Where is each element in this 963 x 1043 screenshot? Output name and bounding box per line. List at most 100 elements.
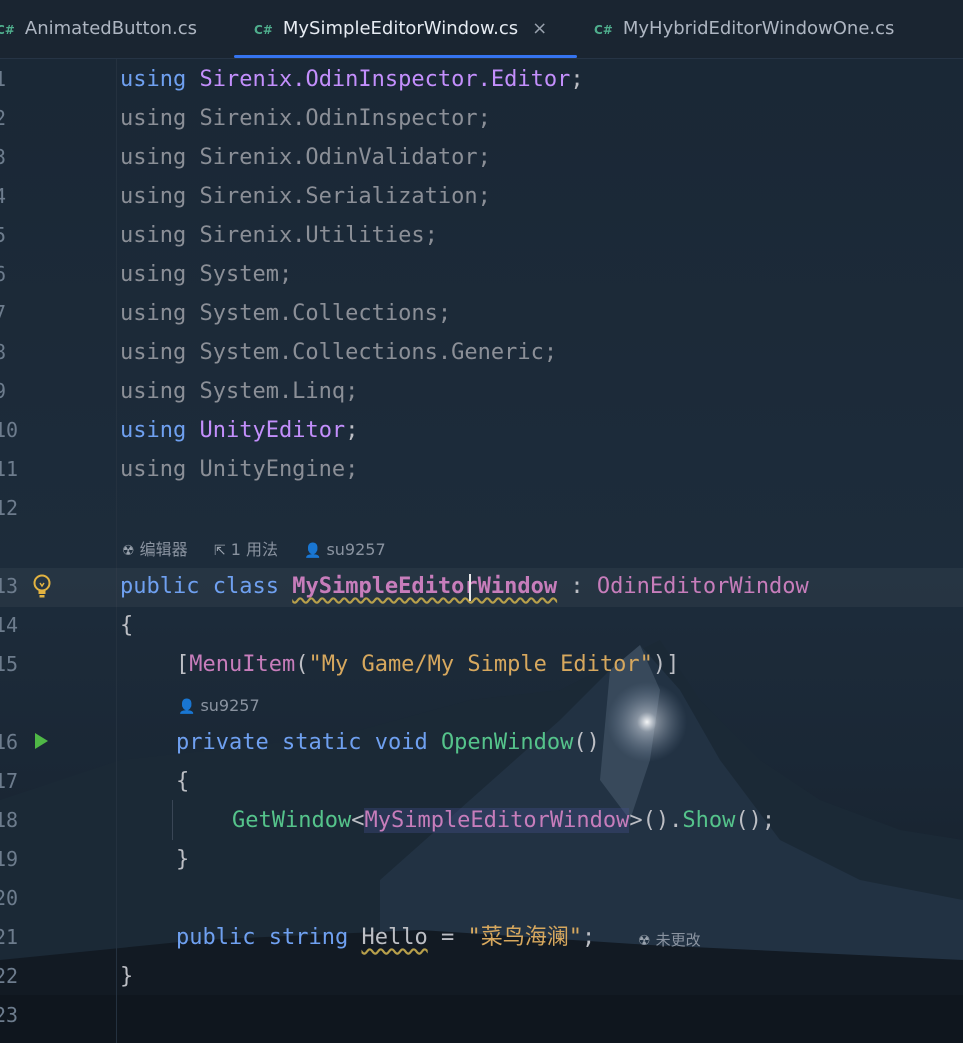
keyword: static — [281, 730, 362, 755]
keyword: string — [268, 925, 349, 950]
code-line-2[interactable]: using Sirenix.OdinInspector; — [120, 99, 491, 138]
active-tab-indicator — [234, 55, 577, 58]
hint-label: su9257 — [326, 540, 386, 559]
gutter-separator — [116, 59, 117, 1043]
close-icon[interactable]: × — [532, 18, 547, 39]
method-name: OpenWindow — [440, 730, 574, 755]
class-name: MySimpleEditorWindow — [292, 574, 558, 599]
code-line-11[interactable]: using UnityEngine; — [120, 450, 358, 489]
punctuation: < — [351, 808, 365, 833]
line-number: 6 — [0, 262, 7, 286]
punctuation: > — [629, 808, 643, 833]
code-line-6[interactable]: using System; — [120, 255, 292, 294]
hint-label: 未更改 — [655, 931, 701, 949]
punctuation: ( — [295, 652, 309, 677]
class-references-hint[interactable]: ⇱ 1 用法 — [214, 538, 278, 563]
code-line-19[interactable]: } — [176, 840, 189, 879]
keyword: void — [374, 730, 428, 755]
punctuation: () — [573, 730, 600, 755]
punctuation: )] — [652, 652, 680, 677]
code-line-18[interactable]: GetWindow<MySimpleEditorWindow>().Show()… — [232, 801, 775, 840]
punctuation: : — [570, 574, 584, 599]
brace-guide — [172, 800, 173, 840]
code-line-5[interactable]: using Sirenix.Utilities; — [120, 216, 438, 255]
code-line-14[interactable]: { — [120, 606, 133, 645]
line-number: 11 — [0, 457, 19, 481]
line-number: 4 — [0, 184, 7, 208]
line-number: 20 — [0, 886, 19, 910]
line-number: 14 — [0, 613, 19, 637]
user-icon: 👤 — [178, 699, 196, 715]
line-number: 16 — [0, 730, 19, 754]
code-line-16[interactable]: private static void OpenWindow() — [176, 723, 600, 762]
tab-label: MySimpleEditorWindow.cs — [282, 18, 519, 39]
punctuation: ; — [581, 925, 596, 950]
line-number: 8 — [0, 340, 7, 364]
string-literal: "菜鸟海澜" — [467, 925, 582, 950]
usages-icon: ⇱ — [214, 543, 226, 559]
csharp-file-icon: C# — [594, 23, 613, 37]
code-line-7[interactable]: using System.Collections; — [120, 294, 451, 333]
field-serialization-hint[interactable]: ☢ 未更改 — [638, 928, 701, 953]
line-number: 22 — [0, 964, 19, 988]
line-number: 23 — [0, 1003, 19, 1027]
run-icon[interactable] — [35, 733, 48, 749]
line-number: 7 — [0, 301, 7, 325]
code-line-15[interactable]: [MenuItem("My Game/My Simple Editor")] — [176, 645, 679, 684]
tab-label: AnimatedButton.cs — [24, 18, 198, 39]
lightbulb-icon[interactable] — [32, 574, 52, 600]
line-number: 19 — [0, 847, 19, 871]
line-number: 3 — [0, 145, 7, 169]
code-line-4[interactable]: using Sirenix.Serialization; — [120, 177, 491, 216]
text-caret — [469, 574, 471, 601]
tab-my-simple-editor-window[interactable]: C# MySimpleEditorWindow.cs × — [254, 16, 547, 42]
keyword: public — [120, 574, 200, 599]
csharp-file-icon: C# — [254, 23, 273, 37]
line-number: 10 — [0, 418, 19, 442]
code-line-21[interactable]: public string Hello = "菜鸟海澜"; — [176, 918, 595, 957]
punctuation: ; — [345, 418, 359, 443]
unity-icon: ☢ — [122, 543, 135, 559]
punctuation: ; — [570, 67, 584, 92]
punctuation: = — [440, 925, 455, 950]
code-line-10[interactable]: using UnityEditor; — [120, 411, 358, 450]
code-line-9[interactable]: using System.Linq; — [120, 372, 358, 411]
tab-my-hybrid-editor-window-one[interactable]: C# MyHybridEditorWindowOne.cs — [594, 16, 894, 42]
method-author-hint[interactable]: 👤 su9257 — [178, 694, 260, 719]
keyword: private — [176, 730, 269, 755]
namespace: Sirenix.OdinInspector.Editor — [199, 67, 571, 92]
line-number: 9 — [0, 379, 7, 403]
code-line-8[interactable]: using System.Collections.Generic; — [120, 333, 557, 372]
user-icon: 👤 — [304, 543, 322, 559]
code-line-13[interactable]: public class MySimpleEditorWindow : Odin… — [120, 567, 809, 606]
line-number: 2 — [0, 106, 7, 130]
line-number: 15 — [0, 652, 19, 676]
field-name: Hello — [361, 925, 428, 950]
code-line-22[interactable]: } — [120, 957, 133, 996]
line-number: 18 — [0, 808, 19, 832]
tab-label: MyHybridEditorWindowOne.cs — [622, 18, 895, 39]
code-line-17[interactable]: { — [176, 762, 189, 801]
method-call: GetWindow — [232, 808, 352, 833]
attribute-name: MenuItem — [189, 652, 296, 677]
punctuation: (). — [642, 808, 683, 833]
line-number: 17 — [0, 769, 19, 793]
unity-icon: ☢ — [638, 933, 651, 949]
hint-label: su9257 — [200, 696, 260, 715]
code-line-3[interactable]: using Sirenix.OdinValidator; — [120, 138, 491, 177]
line-number: 13 — [0, 574, 19, 598]
namespace: UnityEditor — [199, 418, 346, 443]
code-line-1[interactable]: using Sirenix.OdinInspector.Editor; — [120, 60, 584, 99]
hint-label: 1 用法 — [230, 540, 279, 559]
punctuation: [ — [176, 652, 190, 677]
tab-animated-button[interactable]: C# AnimatedButton.cs — [0, 16, 197, 42]
line-number: 12 — [0, 496, 19, 520]
keyword: public — [176, 925, 256, 950]
class-usage-hint[interactable]: ☢ 编辑器 — [122, 538, 188, 563]
punctuation: (); — [735, 808, 776, 833]
keyword: using — [120, 418, 187, 443]
base-class: OdinEditorWindow — [596, 574, 809, 599]
string-literal: "My Game/My Simple Editor" — [308, 652, 653, 677]
class-author-hint[interactable]: 👤 su9257 — [304, 538, 386, 563]
hint-label: 编辑器 — [139, 540, 188, 559]
